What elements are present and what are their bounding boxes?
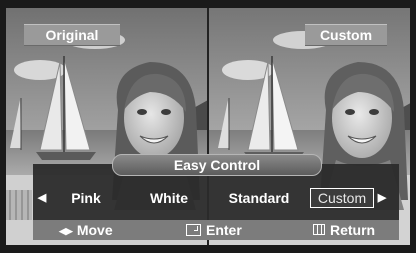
help-enter-label: Enter [206, 222, 242, 238]
custom-label: Custom [305, 24, 387, 46]
help-return-label: Return [330, 222, 376, 238]
mode-selector: ◀ Pink White Standard Custom ▶ [33, 186, 399, 210]
frame-border-top [0, 0, 416, 8]
frame-border-left [0, 0, 6, 253]
help-enter: Enter [186, 220, 242, 240]
help-move: ◀▶ Move [59, 220, 113, 240]
arrow-right-icon[interactable]: ▶ [375, 186, 389, 210]
arrow-left-icon[interactable]: ◀ [35, 186, 49, 210]
option-custom-selected[interactable]: Custom [310, 188, 374, 208]
enter-icon [186, 224, 201, 236]
move-arrows-icon: ◀▶ [59, 226, 73, 236]
help-move-label: Move [76, 222, 113, 238]
tv-screen: Original Custom Easy Control ◀ Pink Whit… [0, 0, 416, 253]
help-bar: ◀▶ Move Enter Return [33, 220, 399, 240]
help-return: Return [313, 220, 375, 240]
option-pink[interactable]: Pink [67, 186, 105, 210]
frame-border-bottom [0, 245, 416, 253]
option-standard[interactable]: Standard [221, 186, 297, 210]
return-icon [313, 224, 325, 235]
option-white[interactable]: White [145, 186, 193, 210]
osd-title: Easy Control [112, 154, 322, 176]
original-label: Original [24, 24, 120, 46]
frame-border-right [410, 0, 416, 253]
